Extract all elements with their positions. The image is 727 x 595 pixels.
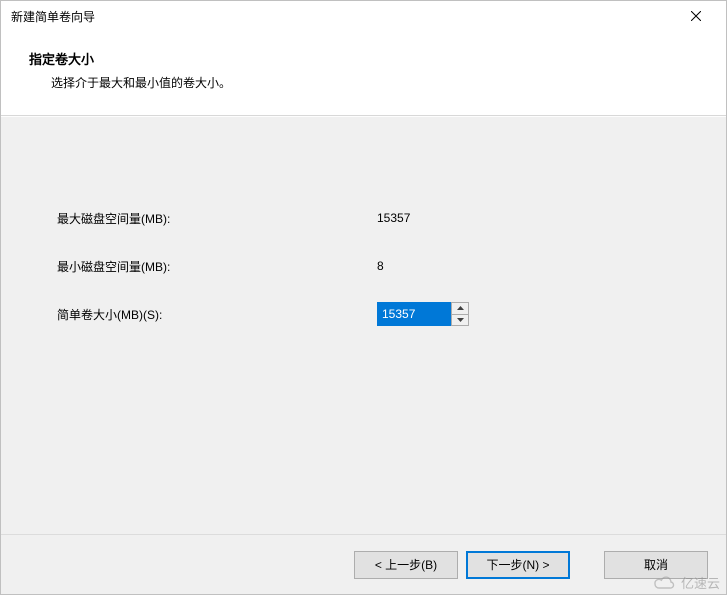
close-button[interactable] [674, 2, 718, 30]
wizard-header: 指定卷大小 选择介于最大和最小值的卷大小。 [1, 31, 726, 116]
titlebar: 新建简单卷向导 [1, 1, 726, 31]
min-space-value: 8 [377, 259, 384, 273]
min-space-label: 最小磁盘空间量(MB): [57, 258, 377, 275]
max-space-label: 最大磁盘空间量(MB): [57, 210, 377, 227]
max-space-value: 15357 [377, 211, 410, 225]
volume-size-input[interactable] [377, 302, 451, 326]
chevron-up-icon [457, 306, 464, 310]
next-button[interactable]: 下一步(N) > [466, 551, 570, 579]
page-title: 指定卷大小 [29, 49, 698, 68]
field-min-space: 最小磁盘空间量(MB): 8 [1, 255, 726, 277]
wizard-content: 最大磁盘空间量(MB): 15357 最小磁盘空间量(MB): 8 简单卷大小(… [1, 116, 726, 541]
chevron-down-icon [457, 318, 464, 322]
wizard-footer: < 上一步(B) 下一步(N) > 取消 [1, 534, 726, 594]
field-volume-size: 简单卷大小(MB)(S): [1, 303, 726, 325]
spinner-up-button[interactable] [452, 303, 468, 314]
page-subtitle: 选择介于最大和最小值的卷大小。 [29, 74, 698, 91]
close-icon [691, 11, 701, 21]
spinner-down-button[interactable] [452, 314, 468, 326]
field-max-space: 最大磁盘空间量(MB): 15357 [1, 207, 726, 229]
volume-size-label: 简单卷大小(MB)(S): [57, 306, 377, 323]
spinner-buttons [451, 302, 469, 326]
window-title: 新建简单卷向导 [11, 8, 674, 25]
back-button[interactable]: < 上一步(B) [354, 551, 458, 579]
cancel-button[interactable]: 取消 [604, 551, 708, 579]
volume-size-spinner [377, 302, 469, 326]
